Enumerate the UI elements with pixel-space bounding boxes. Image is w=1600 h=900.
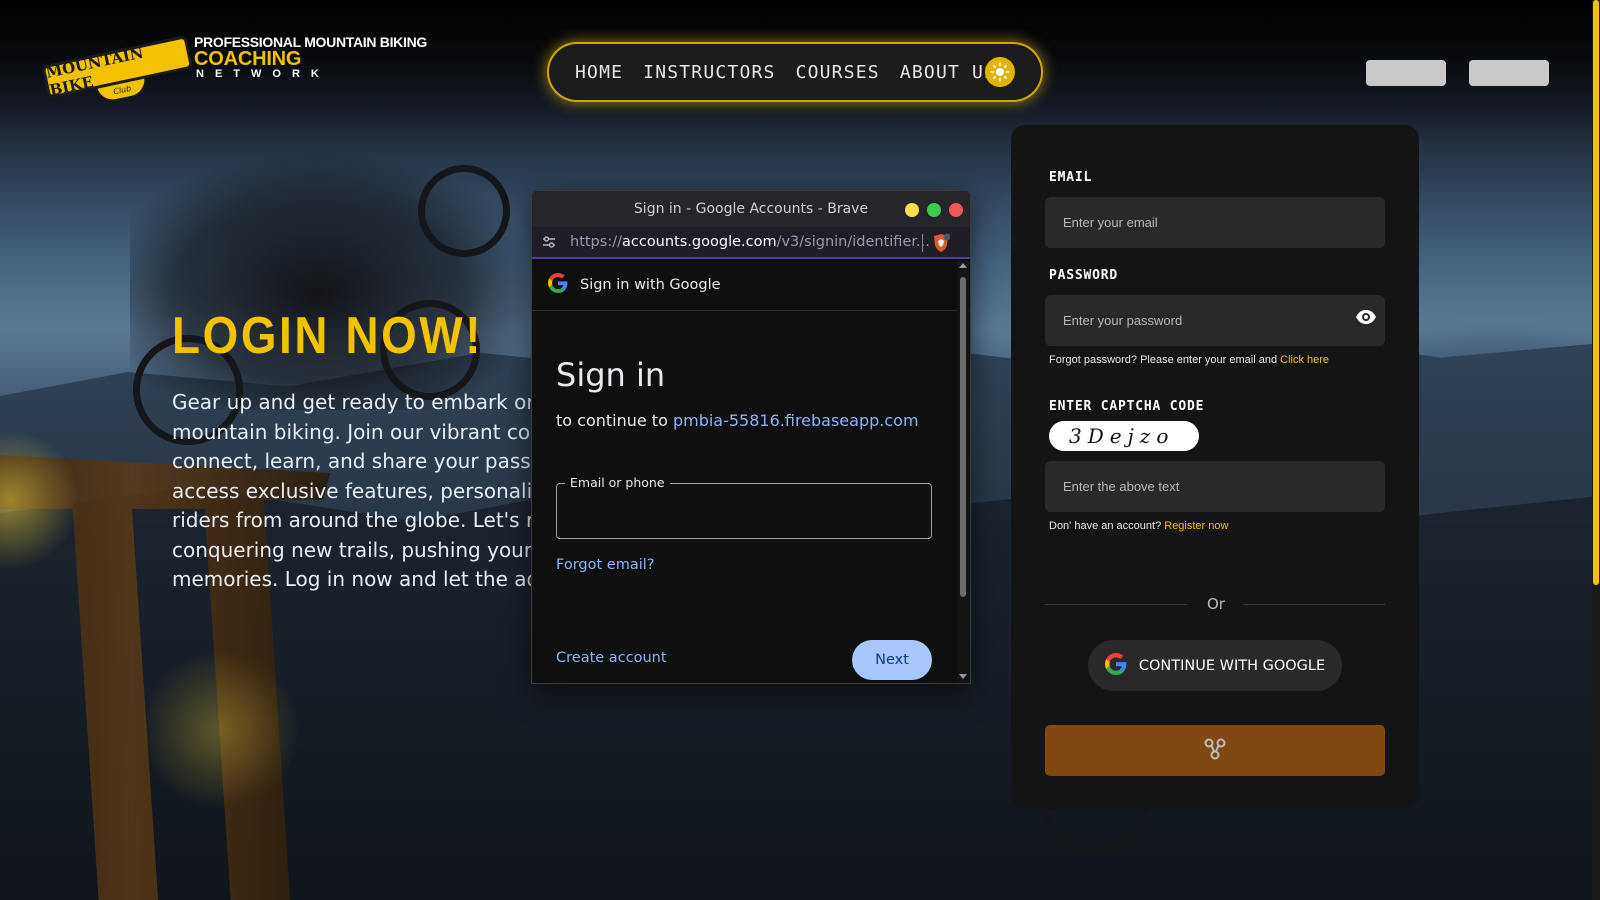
background-light-glow — [140, 650, 300, 810]
url-host: accounts.google.com — [621, 234, 777, 250]
google-signin-header: Sign in with Google — [532, 259, 970, 311]
minimize-button[interactable] — [905, 203, 919, 217]
password-field[interactable] — [1045, 295, 1385, 346]
email-or-phone-label: Email or phone — [565, 475, 670, 490]
continue-to-text: to continue to pmbia-55816.firebaseapp.c… — [556, 411, 919, 430]
forgot-password-prefix: Forgot password? Please enter your email… — [1049, 354, 1281, 366]
register-prefix: Don' have an account? — [1049, 520, 1165, 532]
logo-badge: MOUNTAIN BIKE Club — [40, 27, 196, 113]
sun-icon[interactable] — [985, 57, 1015, 87]
background-bike-wheel — [418, 165, 510, 257]
forgot-password-link[interactable]: Click here — [1280, 354, 1329, 366]
continue-prefix: to continue to — [556, 411, 673, 430]
register-text: Don' have an account? Register now — [1049, 520, 1228, 532]
scroll-up-arrow-icon[interactable] — [959, 263, 967, 268]
google-icon — [548, 272, 568, 297]
email-field[interactable] — [1045, 197, 1385, 248]
email-or-phone-field-box — [556, 483, 932, 539]
captcha-label: ENTER CAPTCHA CODE — [1049, 399, 1205, 414]
login-card: EMAIL PASSWORD Forgot password? Please e… — [1011, 125, 1419, 809]
nav-instructors[interactable]: INSTRUCTORS — [643, 62, 775, 83]
popup-titlebar[interactable]: Sign in - Google Accounts - Brave — [532, 191, 970, 227]
popup-address-bar[interactable]: https://accounts.google.com/v3/signin/id… — [532, 227, 970, 259]
site-settings-icon[interactable] — [542, 235, 556, 249]
brave-shield-icon[interactable] — [932, 233, 951, 257]
divider-line-right — [1243, 604, 1385, 605]
google-signin-popup-window: Sign in - Google Accounts - Brave https:… — [531, 190, 971, 684]
main-nav: HOME INSTRUCTORS COURSES ABOUT US — [549, 44, 1041, 100]
hero-title: LOGIN NOW! — [172, 307, 484, 365]
create-account-link[interactable]: Create account — [556, 650, 667, 666]
popup-scrollbar[interactable] — [957, 261, 969, 683]
continue-domain-link[interactable]: pmbia-55816.firebaseapp.com — [673, 411, 919, 430]
nav-about-us[interactable]: ABOUT US — [900, 62, 996, 83]
google-button-label: CONTINUE WITH GOOGLE — [1138, 657, 1326, 674]
maximize-button[interactable] — [927, 203, 941, 217]
captcha-image: 3Dejzo — [1049, 421, 1199, 451]
email-or-phone-input[interactable] — [557, 484, 931, 538]
url-scheme: https:// — [570, 234, 622, 250]
scroll-down-arrow-icon[interactable] — [959, 674, 967, 679]
or-divider: Or — [1045, 595, 1385, 615]
header-button-placeholder-1[interactable] — [1366, 60, 1446, 86]
page-scrollbar-thumb[interactable] — [1593, 0, 1599, 585]
eye-icon[interactable] — [1355, 306, 1377, 328]
google-signin-header-label: Sign in with Google — [580, 276, 721, 293]
spinner-icon — [1202, 736, 1228, 766]
email-label: EMAIL — [1049, 170, 1093, 185]
divider-line-left — [1045, 604, 1187, 605]
google-icon — [1104, 652, 1127, 679]
logo-line-3: NETWORK — [196, 68, 330, 80]
or-text: Or — [1207, 595, 1225, 613]
login-submit-button[interactable] — [1045, 725, 1385, 776]
url-path: /v3/signin/identifier... — [776, 234, 930, 250]
nav-home[interactable]: HOME — [575, 62, 623, 83]
next-button[interactable]: Next — [852, 640, 932, 680]
register-link[interactable]: Register now — [1164, 520, 1228, 532]
captcha-field[interactable] — [1045, 461, 1385, 512]
page-scrollbar[interactable] — [1592, 0, 1600, 900]
popup-scrollbar-thumb[interactable] — [960, 277, 966, 597]
popup-window-title: Sign in - Google Accounts - Brave — [633, 201, 869, 217]
site-logo[interactable]: MOUNTAIN BIKE Club PROFESSIONAL MOUNTAIN… — [41, 34, 444, 105]
nav-courses[interactable]: COURSES — [796, 62, 880, 83]
close-button[interactable] — [949, 203, 963, 217]
forgot-password-text: Forgot password? Please enter your email… — [1049, 354, 1329, 366]
header-button-placeholder-2[interactable] — [1469, 60, 1549, 86]
forgot-email-link[interactable]: Forgot email? — [556, 557, 654, 573]
password-label: PASSWORD — [1049, 268, 1119, 283]
signin-title: Sign in — [556, 356, 666, 394]
continue-with-google-button[interactable]: CONTINUE WITH GOOGLE — [1088, 640, 1342, 691]
url-divider — [922, 234, 923, 252]
